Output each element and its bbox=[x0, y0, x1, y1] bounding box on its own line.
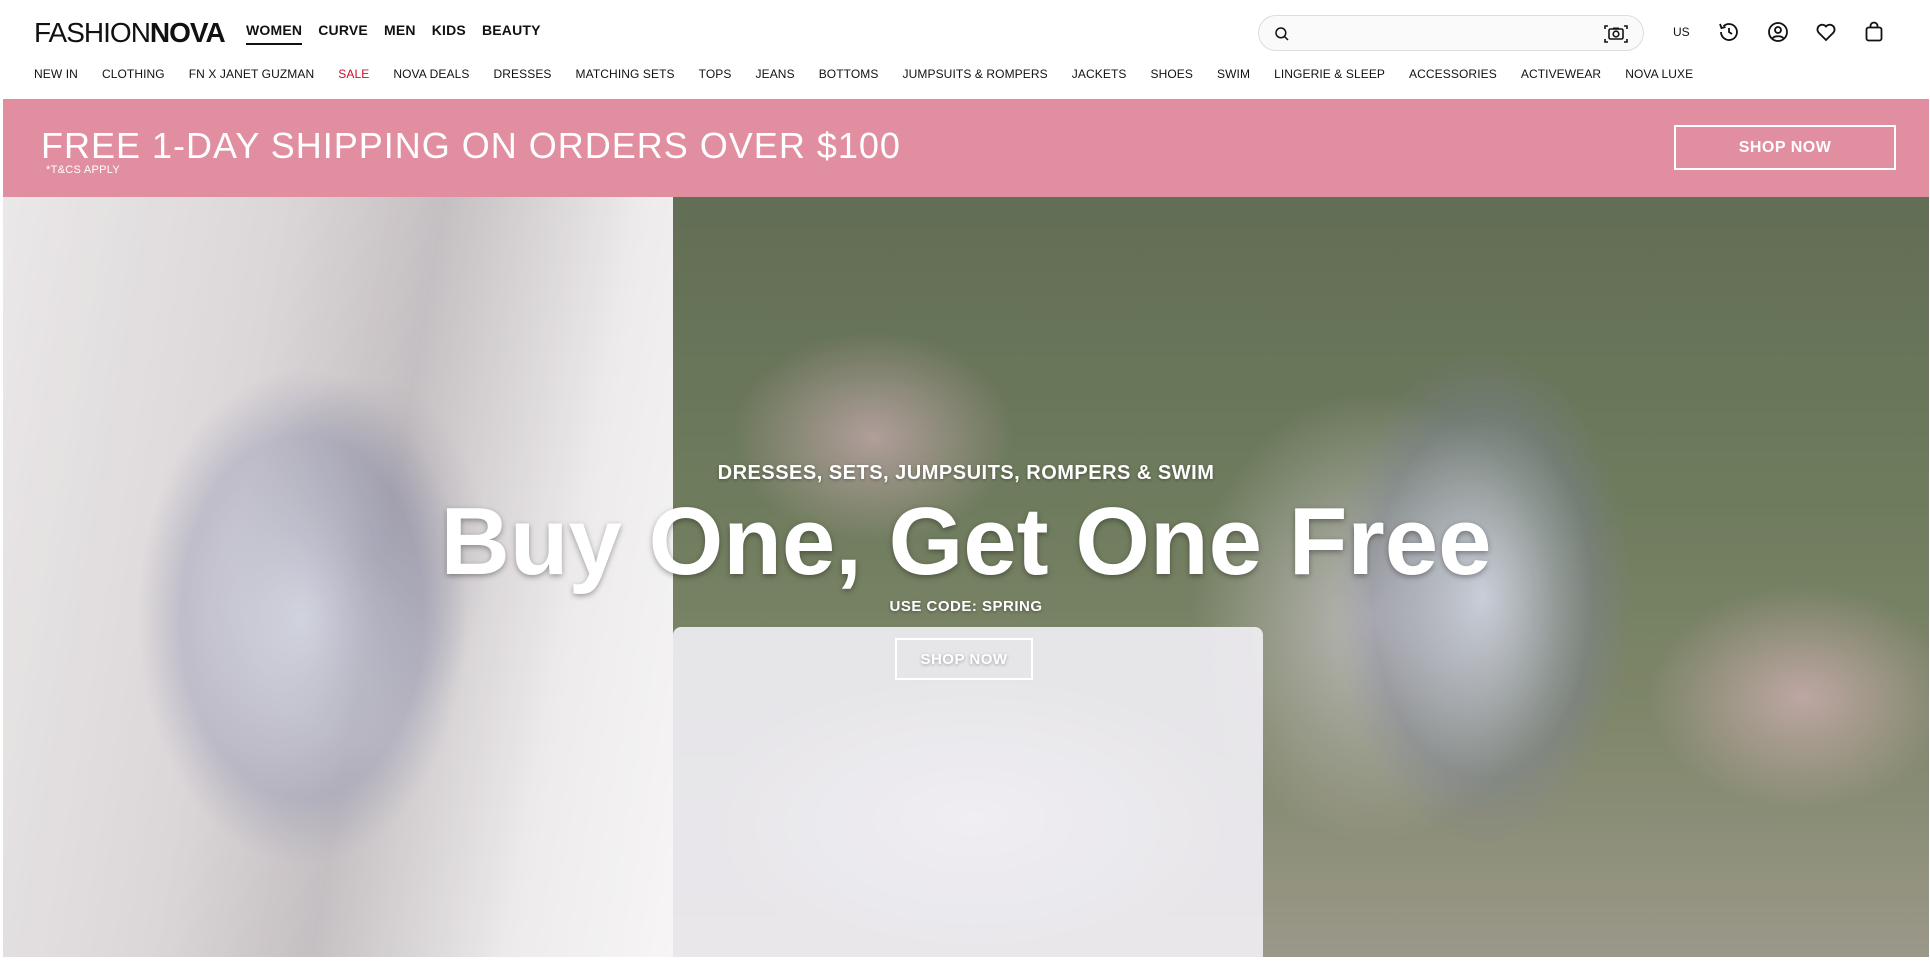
cat-nova-deals[interactable]: NOVA DEALS bbox=[393, 67, 469, 81]
hero-shop-now-button[interactable]: SHOP NOW bbox=[895, 638, 1033, 680]
dept-men[interactable]: MEN bbox=[384, 22, 416, 45]
promo-shop-now-button[interactable]: SHOP NOW bbox=[1674, 125, 1896, 170]
logo-light-text: FASHION bbox=[34, 17, 151, 48]
cat-fn-x-janet-guzman[interactable]: FN X JANET GUZMAN bbox=[189, 67, 315, 81]
hero-banner[interactable]: DRESSES, SETS, JUMPSUITS, ROMPERS & SWIM… bbox=[3, 197, 1929, 957]
hero-headline: Buy One, Get One Free bbox=[440, 488, 1492, 595]
site-header: FASHIONNOVA WOMEN CURVE MEN KIDS BEAUTY … bbox=[0, 0, 1930, 98]
cat-swim[interactable]: SWIM bbox=[1217, 67, 1250, 81]
cat-lingerie-sleep[interactable]: LINGERIE & SLEEP bbox=[1274, 67, 1385, 81]
dept-curve[interactable]: CURVE bbox=[318, 22, 368, 45]
dept-beauty[interactable]: BEAUTY bbox=[482, 22, 541, 45]
search-icon[interactable] bbox=[1273, 25, 1291, 43]
cat-matching-sets[interactable]: MATCHING SETS bbox=[576, 67, 675, 81]
category-nav: NEW IN CLOTHING FN X JANET GUZMAN SALE N… bbox=[34, 67, 1717, 81]
cat-activewear[interactable]: ACTIVEWEAR bbox=[1521, 67, 1601, 81]
camera-search-icon[interactable] bbox=[1603, 23, 1629, 45]
promo-terms[interactable]: *T&CS APPLY bbox=[46, 164, 120, 176]
promo-headline: FREE 1-DAY SHIPPING ON ORDERS OVER $100 bbox=[41, 125, 901, 166]
cat-dresses[interactable]: DRESSES bbox=[493, 67, 551, 81]
cat-sale[interactable]: SALE bbox=[338, 67, 369, 81]
recently-viewed-icon[interactable] bbox=[1717, 20, 1741, 44]
hero-promo-code: USE CODE: SPRING bbox=[889, 598, 1043, 615]
cat-nova-luxe[interactable]: NOVA LUXE bbox=[1625, 67, 1693, 81]
shopping-bag-icon[interactable] bbox=[1862, 20, 1886, 44]
cat-bottoms[interactable]: BOTTOMS bbox=[819, 67, 879, 81]
department-nav: WOMEN CURVE MEN KIDS BEAUTY bbox=[246, 22, 541, 45]
logo-bold-text: NOVA bbox=[149, 17, 226, 48]
wishlist-heart-icon[interactable] bbox=[1814, 20, 1838, 44]
cat-clothing[interactable]: CLOTHING bbox=[102, 67, 165, 81]
search-input[interactable] bbox=[1301, 22, 1591, 46]
cat-tops[interactable]: TOPS bbox=[699, 67, 732, 81]
dept-kids[interactable]: KIDS bbox=[432, 22, 466, 45]
cat-accessories[interactable]: ACCESSORIES bbox=[1409, 67, 1497, 81]
account-icon[interactable] bbox=[1766, 20, 1790, 44]
cat-jeans[interactable]: JEANS bbox=[756, 67, 795, 81]
hero-subtitle: DRESSES, SETS, JUMPSUITS, ROMPERS & SWIM bbox=[717, 462, 1215, 484]
dept-women[interactable]: WOMEN bbox=[246, 22, 303, 45]
cat-jackets[interactable]: JACKETS bbox=[1072, 67, 1127, 81]
search-bar[interactable] bbox=[1258, 15, 1644, 51]
cat-shoes[interactable]: SHOES bbox=[1150, 67, 1193, 81]
cat-new-in[interactable]: NEW IN bbox=[34, 67, 78, 81]
cat-jumpsuits-rompers[interactable]: JUMPSUITS & ROMPERS bbox=[903, 67, 1048, 81]
region-selector[interactable]: US bbox=[1673, 25, 1690, 39]
fashion-nova-logo[interactable]: FASHIONNOVA bbox=[34, 17, 226, 48]
shipping-promo-banner[interactable]: FREE 1-DAY SHIPPING ON ORDERS OVER $100 … bbox=[3, 99, 1929, 197]
